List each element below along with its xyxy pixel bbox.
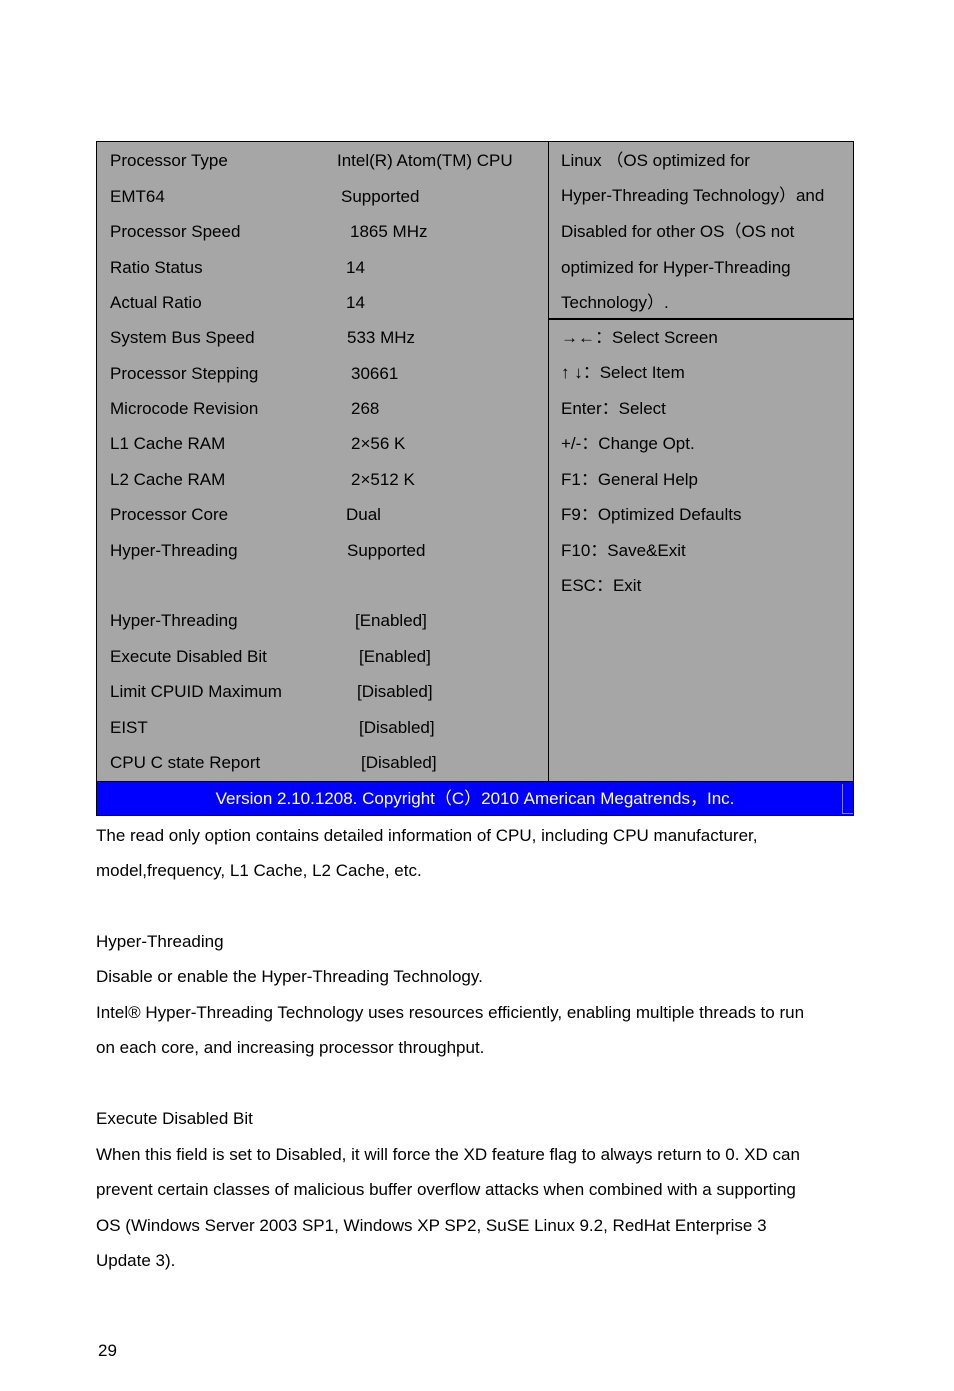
key-select-item: ↑ ↓：Select Item xyxy=(561,363,685,382)
info-label: Hyper-Threading xyxy=(110,541,238,560)
info-value: 2×56 K xyxy=(351,434,406,453)
key-general-help: F1：General Help xyxy=(561,470,699,489)
body-text: on each core, and increasing processor t… xyxy=(96,1038,485,1057)
body-text: prevent certain classes of malicious buf… xyxy=(96,1180,796,1199)
bios-screen: Processor Type Intel(R) Atom(TM) CPU EMT… xyxy=(96,141,854,816)
info-value: Supported xyxy=(341,187,420,206)
info-label: L2 Cache RAM xyxy=(110,470,226,489)
help-text-line: Technology）. xyxy=(561,293,669,312)
page-number: 29 xyxy=(98,1341,117,1360)
body-text: Update 3). xyxy=(96,1251,176,1270)
option-label: Hyper-Threading xyxy=(110,611,238,630)
version-footer: Version 2.10.1208. Copyright（C）2010 Amer… xyxy=(97,781,853,815)
key-exit: ESC：Exit xyxy=(561,576,642,595)
info-value: 533 MHz xyxy=(347,328,416,347)
body-text: OS (Windows Server 2003 SP1, Windows XP … xyxy=(96,1216,767,1235)
key-select-screen: →←：Select Screen xyxy=(561,328,718,347)
option-label: EIST xyxy=(110,718,148,737)
help-pane: Linux （OS optimized for Hyper-Threading … xyxy=(549,142,854,781)
option-value[interactable]: [Enabled] xyxy=(355,611,427,631)
info-label: EMT64 xyxy=(110,187,165,206)
key-change-opt: +/-：Change Opt. xyxy=(561,434,695,453)
section-heading-execute-disabled-bit: Execute Disabled Bit xyxy=(96,1109,253,1128)
option-label: Execute Disabled Bit xyxy=(110,647,267,666)
option-label: CPU C state Report xyxy=(110,753,261,772)
option-value[interactable]: [Disabled] xyxy=(361,753,437,773)
body-text: Disable or enable the Hyper-Threading Te… xyxy=(96,967,483,986)
footer-divider xyxy=(842,784,843,814)
info-label: Microcode Revision xyxy=(110,399,259,418)
info-value: Supported xyxy=(347,541,426,560)
info-value: 268 xyxy=(351,399,380,418)
info-value: 14 xyxy=(346,258,365,277)
info-label: Ratio Status xyxy=(110,258,203,277)
footer-divider xyxy=(842,813,853,814)
info-value: Dual xyxy=(346,505,381,524)
option-value[interactable]: [Enabled] xyxy=(359,647,431,667)
body-text: model,frequency, L1 Cache, L2 Cache, etc… xyxy=(96,861,422,880)
option-label: Limit CPUID Maximum xyxy=(110,682,282,701)
key-enter-select: Enter：Select xyxy=(561,399,666,418)
info-label: Processor Stepping xyxy=(110,364,259,383)
help-text-line: Linux （OS optimized for xyxy=(561,151,750,170)
item-help-box: Linux （OS optimized for Hyper-Threading … xyxy=(549,142,854,320)
body-text: Intel® Hyper-Threading Technology uses r… xyxy=(96,1003,805,1022)
info-value: 1865 MHz xyxy=(350,222,428,241)
info-value: 30661 xyxy=(351,364,399,383)
cpu-configuration-pane: Processor Type Intel(R) Atom(TM) CPU EMT… xyxy=(97,142,549,781)
info-label: L1 Cache RAM xyxy=(110,434,226,453)
info-label: Processor Speed xyxy=(110,222,241,241)
body-text: When this field is set to Disabled, it w… xyxy=(96,1145,800,1164)
help-text-line: Hyper-Threading Technology）and xyxy=(561,186,825,205)
info-label: Processor Type xyxy=(110,151,228,170)
option-value[interactable]: [Disabled] xyxy=(357,682,433,702)
info-value: Intel(R) Atom(TM) CPU xyxy=(337,151,513,170)
info-label: Processor Core xyxy=(110,505,229,524)
key-save-exit: F10：Save&Exit xyxy=(561,541,686,560)
section-heading-hyper-threading: Hyper-Threading xyxy=(96,932,224,951)
copyright-text: Version 2.10.1208. Copyright（C）2010 Amer… xyxy=(215,789,735,808)
info-label: System Bus Speed xyxy=(110,328,255,347)
key-optimized-defaults: F9：Optimized Defaults xyxy=(561,505,742,524)
help-text-line: optimized for Hyper-Threading xyxy=(561,258,791,277)
info-value: 2×512 K xyxy=(351,470,415,489)
info-value: 14 xyxy=(346,293,365,312)
body-text: The read only option contains detailed i… xyxy=(96,826,758,845)
info-label: Actual Ratio xyxy=(110,293,202,312)
help-text-line: Disabled for other OS（OS not xyxy=(561,222,795,241)
option-value[interactable]: [Disabled] xyxy=(359,718,435,738)
